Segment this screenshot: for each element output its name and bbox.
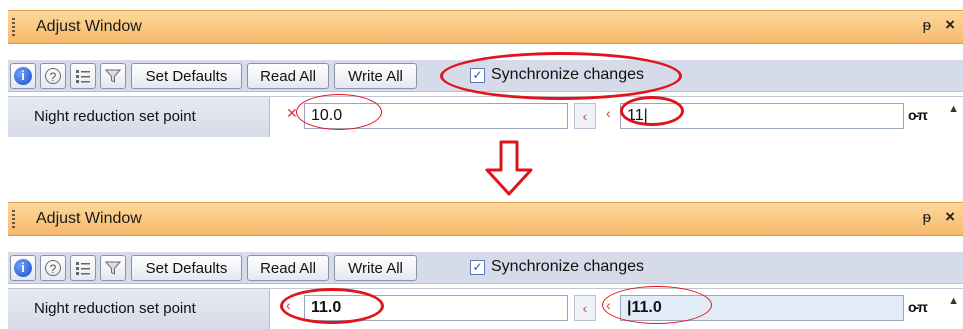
parameter-label-cell: Night reduction set point [8,97,270,137]
pin-icon[interactable]: ᵽ [923,209,931,226]
set-defaults-button[interactable]: Set Defaults [131,255,242,281]
scroll-up-icon[interactable]: ▲ [948,295,959,307]
toolbar: i ? Set Defaults Read All Write All ✓ Sy… [8,252,963,284]
filter-icon [105,261,121,275]
change-arrow-icon: ‹ [606,105,611,121]
parameter-label-cell: Night reduction set point [8,289,270,329]
info-button[interactable]: i [10,63,36,89]
parameter-row: Night reduction set point ✕ 10.0 ‹ ‹ 11|… [8,96,963,137]
key-icon[interactable]: o-π [908,107,928,123]
sync-highlight-annotation [440,52,682,100]
titlebar: Adjust Window ᵽ × [8,10,963,44]
synchronize-changes-label: Synchronize changes [491,258,644,275]
write-all-button[interactable]: Write All [334,63,417,89]
set-defaults-button[interactable]: Set Defaults [131,63,242,89]
synchronize-changes-checkbox[interactable]: ✓ Synchronize changes [470,258,644,276]
read-all-button[interactable]: Read All [247,255,329,281]
filter-button[interactable] [100,63,126,89]
write-all-label: Write All [348,259,403,277]
drag-grip-icon[interactable] [12,210,15,230]
read-all-label: Read All [260,259,316,277]
titlebar: Adjust Window ᵽ × [8,202,963,236]
close-icon[interactable]: × [945,207,955,227]
help-button[interactable]: ? [40,255,66,281]
arrow-left-icon: ‹ [582,300,588,316]
filter-icon [105,69,121,83]
window-title: Adjust Window [36,210,142,227]
info-icon: i [14,67,32,85]
copy-left-button[interactable]: ‹ [574,295,596,321]
close-icon[interactable]: × [945,15,955,35]
help-icon: ? [45,68,61,84]
info-button[interactable]: i [10,255,36,281]
down-arrow-icon [485,140,533,196]
checkbox-check-icon: ✓ [470,259,485,275]
help-button[interactable]: ? [40,63,66,89]
write-all-button[interactable]: Write All [334,255,417,281]
window-title: Adjust Window [36,18,142,35]
copy-left-button[interactable]: ‹ [574,103,596,129]
new-value-annotation [620,96,684,126]
list-icon [76,70,90,83]
read-all-button[interactable]: Read All [247,63,329,89]
write-all-label: Write All [348,67,403,85]
list-icon [76,262,90,275]
help-icon: ? [45,260,61,276]
new-value-annotation [602,286,712,324]
parameter-label: Night reduction set point [34,108,196,125]
drag-grip-icon[interactable] [12,18,15,38]
arrow-left-icon: ‹ [582,108,588,124]
adjust-window-before: Adjust Window ᵽ × i ? Set Defaults Read … [8,0,963,137]
parameter-label: Night reduction set point [34,300,196,317]
list-view-button[interactable] [70,63,96,89]
pin-icon[interactable]: ᵽ [923,17,931,34]
current-value-annotation [296,94,382,130]
current-value-annotation [280,288,384,324]
list-view-button[interactable] [70,255,96,281]
set-defaults-label: Set Defaults [145,67,228,85]
parameter-row: Night reduction set point ‹ 11.0 ‹ ‹ |11… [8,288,963,329]
scroll-up-icon[interactable]: ▲ [948,103,959,115]
read-all-label: Read All [260,67,316,85]
set-defaults-label: Set Defaults [145,259,228,277]
key-icon[interactable]: o-π [908,299,928,315]
adjust-window-after: Adjust Window ᵽ × i ? Set Defaults Read … [8,192,963,329]
info-icon: i [14,259,32,277]
filter-button[interactable] [100,255,126,281]
